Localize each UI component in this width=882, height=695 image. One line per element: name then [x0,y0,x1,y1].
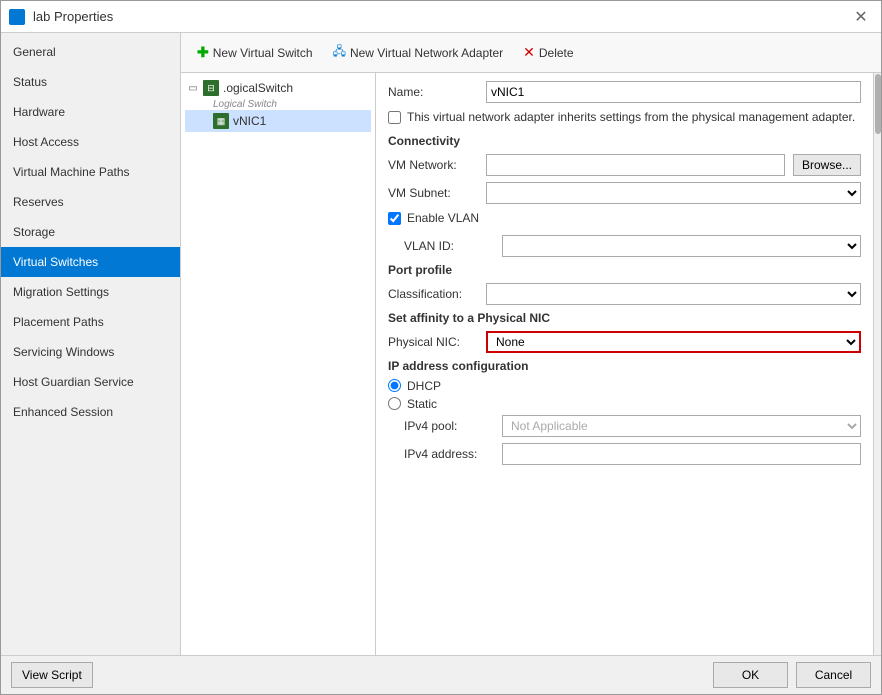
physical-nic-row: Physical NIC: None [388,331,861,353]
sidebar-item-vm-paths[interactable]: Virtual Machine Paths [1,157,180,187]
affinity-section-title: Set affinity to a Physical NIC [388,311,861,325]
enable-vlan-row: Enable VLAN [388,210,861,227]
sidebar-item-placement[interactable]: Placement Paths [1,307,180,337]
port-profile-section-title: Port profile [388,263,861,277]
panel-body: ▭ ⊟ .ogicalSwitch Logical Switch ▦ vNIC1… [181,73,881,655]
ipv4-pool-select[interactable]: Not Applicable [502,415,861,437]
sidebar: General Status Hardware Host Access Virt… [1,33,181,655]
inherit-label: This virtual network adapter inherits se… [407,109,855,126]
vlan-id-label: VLAN ID: [404,239,494,253]
cancel-button[interactable]: Cancel [796,662,871,688]
new-virtual-switch-label: New Virtual Switch [213,46,313,60]
switch-type-label: Logical Switch [213,99,371,110]
ip-config-section-title: IP address configuration [388,359,861,373]
static-row: Static [388,397,861,411]
new-virtual-switch-button[interactable]: ✚ New Virtual Switch [189,41,321,64]
sidebar-item-virtual-switches[interactable]: Virtual Switches [1,247,180,277]
new-virtual-nic-label: New Virtual Network Adapter [350,46,503,60]
sidebar-item-servicing[interactable]: Servicing Windows [1,337,180,367]
classification-select[interactable] [486,283,861,305]
ipv4-address-row: IPv4 address: [388,443,861,465]
switch-icon: ⊟ [203,80,219,96]
sidebar-item-migration[interactable]: Migration Settings [1,277,180,307]
ipv4-address-input[interactable] [502,443,861,465]
nic-icon: ▦ [213,113,229,129]
details-panel: Name: This virtual network adapter inher… [376,73,873,655]
switch-name-label: .ogicalSwitch [223,81,293,95]
vm-network-label: VM Network: [388,158,478,172]
browse-button[interactable]: Browse... [793,154,861,176]
enable-vlan-checkbox[interactable] [388,212,401,225]
tree-nic-item[interactable]: ▦ vNIC1 [185,110,371,132]
new-virtual-nic-button[interactable]: 🖧 New Virtual Network Adapter [325,39,512,66]
sidebar-item-reserves[interactable]: Reserves [1,187,180,217]
vm-subnet-row: VM Subnet: [388,182,861,204]
toolbar: ✚ New Virtual Switch 🖧 New Virtual Netwo… [181,33,881,73]
inherit-row: This virtual network adapter inherits se… [388,109,861,126]
dhcp-radio[interactable] [388,379,401,392]
close-button[interactable]: ✕ [849,5,873,29]
details-scrollbar[interactable] [873,73,881,655]
delete-button[interactable]: ✕ Delete [515,41,581,64]
vlan-id-select[interactable] [502,235,861,257]
delete-icon: ✕ [523,44,535,61]
vm-network-row: VM Network: Browse... [388,154,861,176]
vlan-id-row: VLAN ID: [388,235,861,257]
dialog: lab Properties ✕ General Status Hardware… [0,0,882,695]
inherit-checkbox[interactable] [388,111,401,124]
static-label: Static [407,397,437,411]
sidebar-item-status[interactable]: Status [1,67,180,97]
new-switch-icon: ✚ [197,44,209,61]
app-icon [9,9,25,25]
vm-subnet-label: VM Subnet: [388,186,478,200]
dialog-title: lab Properties [33,9,113,24]
vm-network-input[interactable] [486,154,785,176]
bottom-bar: View Script OK Cancel [1,655,881,694]
tree-collapse-icon[interactable]: ▭ [187,82,199,94]
scrollbar-thumb [875,74,881,134]
ok-button[interactable]: OK [713,662,788,688]
static-radio[interactable] [388,397,401,410]
tree-panel: ▭ ⊟ .ogicalSwitch Logical Switch ▦ vNIC1 [181,73,376,655]
name-row: Name: [388,81,861,103]
vm-subnet-select[interactable] [486,182,861,204]
title-bar: lab Properties ✕ [1,1,881,33]
title-bar-left: lab Properties [9,9,113,25]
main-panel: ✚ New Virtual Switch 🖧 New Virtual Netwo… [181,33,881,655]
enable-vlan-label: Enable VLAN [407,210,479,227]
nic-name-label: vNIC1 [233,114,266,128]
delete-label: Delete [539,46,574,60]
ipv4-address-label: IPv4 address: [404,447,494,461]
sidebar-item-hardware[interactable]: Hardware [1,97,180,127]
physical-nic-label: Physical NIC: [388,335,478,349]
dhcp-label: DHCP [407,379,441,393]
classification-row: Classification: [388,283,861,305]
sidebar-item-general[interactable]: General [1,37,180,67]
connectivity-section-title: Connectivity [388,134,861,148]
name-field-label: Name: [388,85,478,99]
sidebar-item-host-guardian[interactable]: Host Guardian Service [1,367,180,397]
classification-label: Classification: [388,287,478,301]
dhcp-row: DHCP [388,379,861,393]
bottom-right-buttons: OK Cancel [713,662,871,688]
tree-switch-item[interactable]: ▭ ⊟ .ogicalSwitch [185,77,371,99]
sidebar-item-enhanced-session[interactable]: Enhanced Session [1,397,180,427]
sidebar-item-host-access[interactable]: Host Access [1,127,180,157]
name-input[interactable] [486,81,861,103]
sidebar-item-storage[interactable]: Storage [1,217,180,247]
ipv4-pool-label: IPv4 pool: [404,419,494,433]
physical-nic-select[interactable]: None [486,331,861,353]
content-area: General Status Hardware Host Access Virt… [1,33,881,655]
ipv4-pool-row: IPv4 pool: Not Applicable [388,415,861,437]
view-script-button[interactable]: View Script [11,662,93,688]
new-nic-icon: 🖧 [333,42,346,63]
